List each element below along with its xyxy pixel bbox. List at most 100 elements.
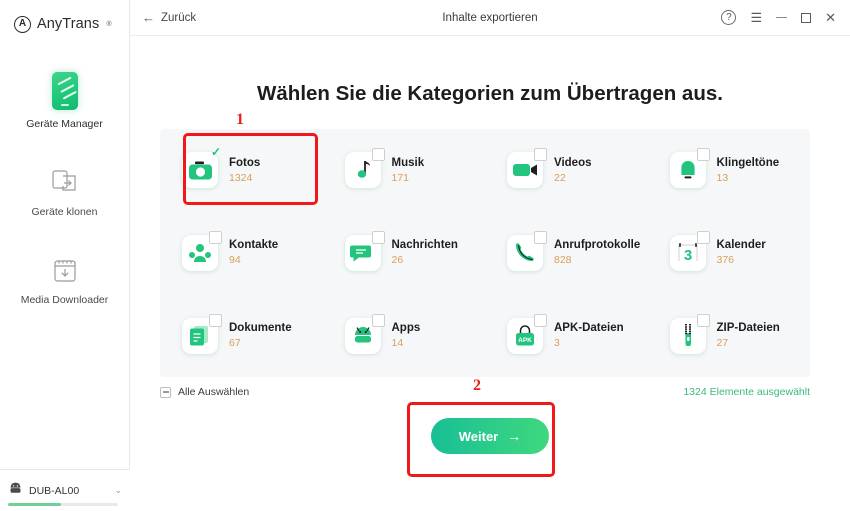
category-label: Apps xyxy=(391,322,421,335)
category-label: ZIP-Dateien xyxy=(716,322,780,335)
category-anrufprotokolle[interactable]: Anrufprotokolle 828 xyxy=(485,212,648,295)
next-button[interactable]: Weiter → xyxy=(431,418,549,454)
category-label: Kontakte xyxy=(229,239,279,252)
sidebar-item-label: Media Downloader xyxy=(20,294,109,306)
back-arrow-icon: ← xyxy=(142,10,155,25)
device-selector[interactable]: DUB-AL00 ⌄ xyxy=(0,469,130,511)
category-label: Nachrichten xyxy=(391,239,458,252)
checkbox-unchecked[interactable] xyxy=(209,230,222,244)
category-label: Fotos xyxy=(229,156,261,169)
category-label: Dokumente xyxy=(229,322,292,335)
category-apk-dateien[interactable]: APK APK-Dateien 3 xyxy=(485,294,648,377)
checkbox-unchecked[interactable] xyxy=(371,230,385,244)
checkbox-unchecked[interactable] xyxy=(534,230,547,244)
sidebar-nav: Geräte Manager Geräte klonen Media Downl… xyxy=(0,60,129,318)
back-button-label: Zurück xyxy=(161,11,197,24)
calendar-day-number: 3 xyxy=(683,247,691,264)
phonecall-icon xyxy=(507,230,547,271)
android-icon xyxy=(344,313,385,354)
category-label: APK-Dateien xyxy=(554,322,624,335)
arrow-right-icon: → xyxy=(507,428,522,444)
category-grid: Fotos 1324 Musik xyxy=(160,129,810,377)
main-area: ← Zurück Inhalte exportieren ? ☰ ✕ Wähle… xyxy=(130,0,850,511)
window-controls: ? ☰ ✕ xyxy=(721,10,850,25)
registered-mark: ® xyxy=(106,20,112,28)
category-apps[interactable]: Apps 14 xyxy=(323,294,486,377)
next-button-label: Weiter xyxy=(458,428,499,444)
video-icon xyxy=(507,148,547,189)
category-count: 1324 xyxy=(229,171,253,184)
category-count: 13 xyxy=(716,171,729,184)
minimize-icon[interactable] xyxy=(776,17,788,18)
checkbox-unchecked[interactable] xyxy=(209,313,222,327)
category-musik[interactable]: Musik 171 xyxy=(323,129,486,212)
category-kontakte[interactable]: Kontakte 94 xyxy=(160,212,323,295)
category-count: 94 xyxy=(229,254,241,267)
checkbox-unchecked[interactable] xyxy=(534,148,547,162)
checkbox-unchecked[interactable] xyxy=(371,313,385,327)
checkbox-unchecked[interactable] xyxy=(696,313,710,327)
zip-icon xyxy=(669,313,710,354)
sidebar-item-geraete-manager[interactable]: Geräte Manager xyxy=(0,60,129,142)
category-panel: Fotos 1324 Musik xyxy=(160,129,810,377)
category-nachrichten[interactable]: Nachrichten 26 xyxy=(323,212,486,295)
chevron-down-icon[interactable]: ⌄ xyxy=(114,485,122,496)
sidebar-item-geraete-klonen[interactable]: Geräte klonen xyxy=(0,156,129,230)
storage-progress-bar xyxy=(8,502,118,506)
category-klingeltoene[interactable]: Klingeltöne 13 xyxy=(648,129,811,212)
category-zip-dateien[interactable]: ZIP-Dateien 27 xyxy=(648,294,811,377)
sidebar: A AnyTrans ® Geräte Manager Geräte klone… xyxy=(0,0,130,511)
maximize-icon[interactable] xyxy=(801,12,812,23)
download-icon xyxy=(50,256,80,286)
calendar-icon: 3 xyxy=(669,230,710,271)
category-label: Klingeltöne xyxy=(716,156,780,169)
checkbox-checked[interactable] xyxy=(209,146,222,161)
android-icon xyxy=(8,482,23,500)
checkbox-unchecked[interactable] xyxy=(696,230,710,244)
document-icon xyxy=(182,313,222,354)
category-count: 27 xyxy=(716,337,729,350)
category-count: 376 xyxy=(716,254,735,267)
selection-footer: Alle Auswählen 1324 Elemente ausgewählt xyxy=(160,386,810,398)
app-window: A AnyTrans ® Geräte Manager Geräte klone… xyxy=(0,0,850,511)
category-videos[interactable]: Videos 22 xyxy=(485,129,648,212)
category-label: Kalender xyxy=(716,239,766,252)
menu-icon[interactable]: ☰ xyxy=(750,11,762,24)
message-icon xyxy=(344,230,385,271)
brand-name: AnyTrans xyxy=(37,16,100,32)
sidebar-item-label: Geräte Manager xyxy=(26,118,103,130)
anytrans-logo-icon: A xyxy=(14,15,31,33)
category-dokumente[interactable]: Dokumente 67 xyxy=(160,294,323,377)
help-icon[interactable]: ? xyxy=(721,10,737,25)
sidebar-item-label: Geräte klonen xyxy=(31,206,98,218)
category-count: 14 xyxy=(391,337,404,350)
category-count: 67 xyxy=(229,337,241,350)
brand-logo: A AnyTrans ® xyxy=(0,0,129,36)
sidebar-item-media-downloader[interactable]: Media Downloader xyxy=(0,244,129,318)
category-count: 3 xyxy=(554,337,560,350)
close-icon[interactable]: ✕ xyxy=(825,11,836,24)
category-count: 171 xyxy=(391,171,410,184)
apk-icon: APK xyxy=(507,313,547,354)
category-label: Videos xyxy=(554,156,592,169)
checkbox-unchecked[interactable] xyxy=(371,148,385,162)
apk-label-text: APK xyxy=(518,337,532,344)
music-icon xyxy=(344,148,385,189)
checkbox-unchecked[interactable] xyxy=(696,148,710,162)
category-fotos[interactable]: Fotos 1324 xyxy=(160,129,323,212)
checkbox-unchecked[interactable] xyxy=(534,313,547,327)
titlebar: ← Zurück Inhalte exportieren ? ☰ ✕ xyxy=(130,0,850,36)
back-button[interactable]: ← Zurück xyxy=(142,11,196,24)
bell-icon xyxy=(669,148,710,189)
category-label: Anrufprotokolle xyxy=(554,239,641,252)
select-all-label: Alle Auswählen xyxy=(178,386,250,398)
category-count: 22 xyxy=(554,171,566,184)
category-kalender[interactable]: 3 Kalender 376 xyxy=(648,212,811,295)
camera-icon xyxy=(182,146,221,189)
selected-count-text: 1324 Elemente ausgewählt xyxy=(683,386,810,398)
category-count: 828 xyxy=(554,254,572,267)
select-all-checkbox[interactable]: Alle Auswählen xyxy=(160,386,249,398)
clone-icon xyxy=(50,168,80,198)
checkbox-indeterminate[interactable] xyxy=(160,386,171,398)
page-title: Wählen Sie die Kategorien zum Übertragen… xyxy=(257,82,723,105)
